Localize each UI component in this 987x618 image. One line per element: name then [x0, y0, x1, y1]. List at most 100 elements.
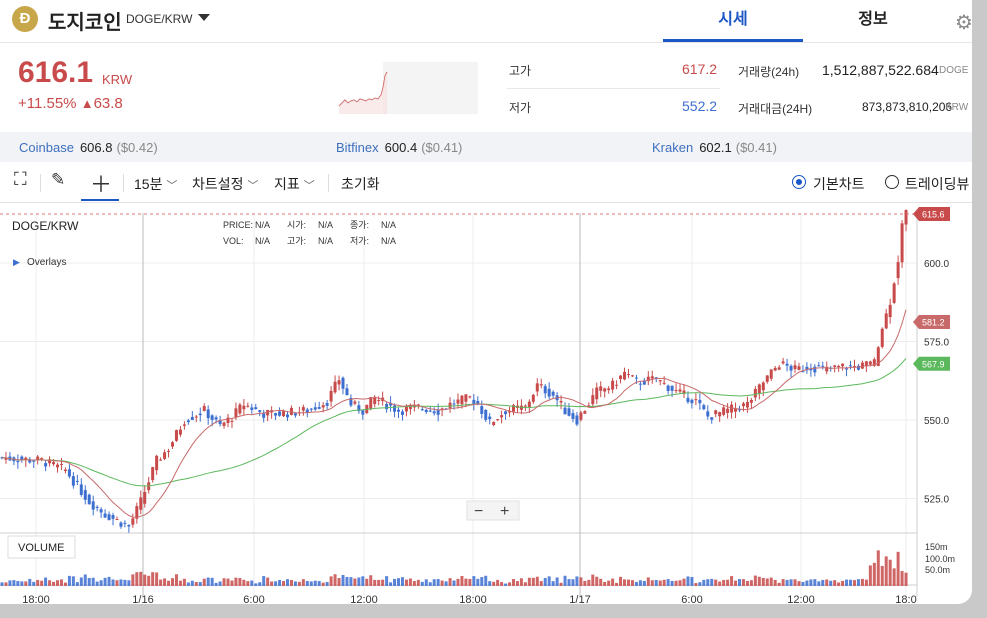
change-amount: 63.8	[93, 95, 123, 112]
volume-bar	[852, 580, 856, 586]
exchange-item[interactable]: Bitfinex 600.4 ($0.41)	[336, 140, 462, 155]
volume-bar	[71, 576, 75, 586]
tab-info[interactable]: 정보	[803, 0, 943, 42]
volume-bar	[749, 580, 753, 586]
volume-bar	[654, 580, 658, 586]
candle-body	[341, 377, 345, 389]
volume-bar	[868, 565, 872, 586]
volume-bar	[44, 577, 48, 586]
volume-bar	[464, 578, 468, 586]
legend-vol-label: VOL:	[223, 236, 244, 246]
volume-bar	[710, 578, 714, 586]
candle-body	[131, 518, 135, 525]
volume-bar	[139, 571, 143, 586]
volume-bar	[690, 576, 694, 586]
volume-axis-ticks: 150m 100.0m50.0m	[925, 542, 955, 575]
candle-body	[424, 409, 428, 413]
fullscreen-icon[interactable]: ⛶	[14, 169, 27, 190]
y-tick-label: 550.0	[924, 416, 949, 427]
candle-body	[583, 411, 587, 414]
volume-bar	[571, 579, 575, 586]
volume-bar	[738, 579, 742, 586]
volume-bar	[214, 582, 218, 586]
volume-bar	[856, 579, 860, 586]
pencil-icon[interactable]: ✎	[51, 170, 65, 190]
volume-bar	[587, 579, 591, 586]
chart-settings-menu[interactable]: 차트설정 ﹀	[192, 174, 258, 194]
coin-detail-panel: Ð 도지코인 DOGE/KRW 시세 정보 ⚙ 616.1 KRW +11.55…	[0, 0, 972, 604]
overlays-toggle-icon[interactable]: ▶	[13, 257, 20, 267]
volume-bar	[444, 581, 448, 586]
indicators-menu[interactable]: 지표 ﹀	[274, 174, 315, 194]
volume-bar	[56, 580, 60, 586]
candle-body	[884, 313, 888, 329]
y-tick-label: 600.0	[924, 259, 949, 270]
chart-symbol-label: DOGE/KRW	[12, 219, 79, 233]
volume-bar	[127, 580, 131, 586]
volume-bar	[91, 577, 95, 586]
volume-bar	[515, 581, 519, 586]
volume-bar	[773, 579, 777, 586]
zoom-out-button[interactable]: −	[474, 503, 483, 520]
crosshair-icon[interactable]: ＋	[90, 167, 112, 199]
volume-bar	[543, 578, 547, 586]
candle-body	[420, 409, 424, 411]
volume-bar	[630, 580, 634, 586]
overlays-label[interactable]: Overlays	[27, 257, 66, 268]
reset-button[interactable]: 초기화	[341, 174, 380, 194]
candle-body	[452, 403, 456, 405]
volume-bar	[650, 580, 654, 586]
candle-body	[547, 388, 551, 397]
candle-body	[293, 413, 297, 416]
stat-divider	[507, 88, 720, 89]
candle-body	[690, 399, 694, 404]
candle-body	[813, 366, 817, 373]
volume-bar	[178, 580, 182, 586]
candle-body	[714, 410, 718, 415]
basic-chart-label[interactable]: 기본차트	[813, 174, 865, 194]
volume-bar	[123, 579, 127, 586]
volume-bar	[63, 582, 67, 586]
volume-bar	[16, 581, 20, 586]
volume-bar	[769, 577, 773, 586]
volume-bar	[186, 582, 190, 586]
volume-bar	[626, 579, 630, 586]
candle-body	[496, 419, 500, 421]
volume-bar	[119, 579, 123, 586]
candle-body	[186, 420, 190, 423]
interval-select[interactable]: 15분 ﹀	[134, 174, 177, 194]
candle-body	[666, 385, 670, 392]
volume-bar	[95, 581, 99, 586]
candle-body	[393, 405, 397, 412]
coin-dropdown-caret-icon[interactable]	[198, 14, 210, 21]
volume-bar	[841, 580, 845, 586]
radio-tradingview[interactable]	[885, 175, 899, 189]
change-percent: +11.55%	[18, 95, 77, 112]
volume-bar	[218, 581, 222, 586]
gear-icon[interactable]: ⚙	[955, 10, 972, 35]
candle-body	[377, 400, 381, 402]
legend-close-label: 종가:	[350, 220, 369, 230]
exchange-price: 602.1	[699, 140, 732, 155]
candle-body	[456, 399, 460, 404]
legend-price-label: PRICE:	[223, 220, 253, 230]
radio-basic-chart[interactable]	[792, 175, 806, 189]
volume-bar	[103, 577, 107, 586]
turnover-unit: KRW	[945, 102, 969, 113]
tradingview-label[interactable]: 트레이딩뷰	[905, 174, 969, 194]
candle-body	[789, 365, 793, 371]
volume-bar	[412, 581, 416, 586]
price-chart[interactable]: DOGE/KRW ▶ Overlays PRICE: N/A 시가: N/A 종…	[0, 205, 972, 604]
candle-body	[531, 394, 535, 402]
candle-body	[79, 484, 83, 495]
tab-price[interactable]: 시세	[663, 0, 803, 42]
exchange-item[interactable]: Coinbase 606.8 ($0.42)	[19, 140, 158, 155]
exchange-item[interactable]: Kraken 602.1 ($0.41)	[652, 140, 777, 155]
volume-bar	[408, 578, 412, 586]
zoom-in-button[interactable]: +	[500, 503, 509, 520]
volume-tick-label: 100.0m	[925, 554, 955, 564]
candle-body	[325, 403, 329, 406]
volume-bar	[603, 581, 607, 586]
candle-body	[337, 380, 341, 385]
candle-body	[833, 365, 837, 367]
